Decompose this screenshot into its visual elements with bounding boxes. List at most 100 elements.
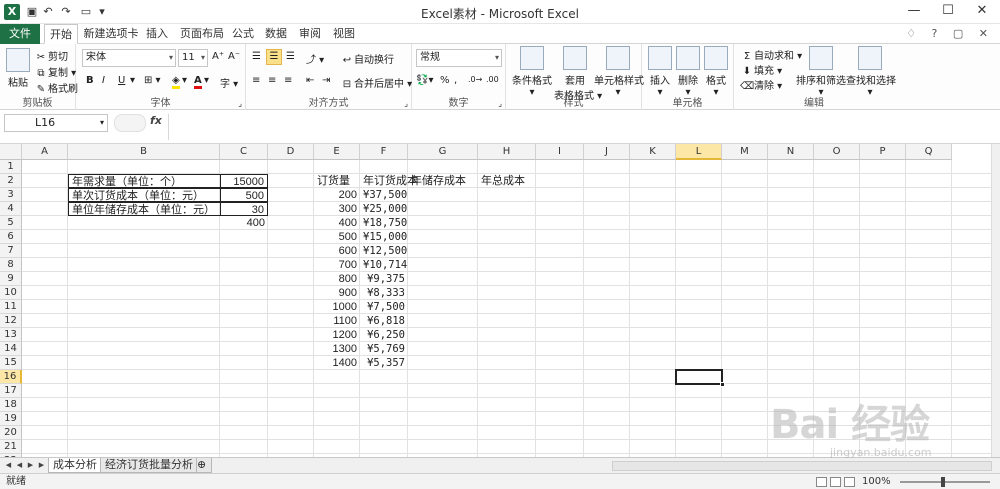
order-cost-cell[interactable]: ¥6,818: [360, 314, 408, 328]
bold-button[interactable]: B: [86, 75, 94, 86]
row-header-16[interactable]: 16: [0, 370, 22, 384]
vertical-scrollbar[interactable]: [991, 144, 1000, 457]
formula-input[interactable]: [168, 114, 988, 140]
currency-format-icon[interactable]: 💱▾: [416, 75, 433, 86]
order-cost-cell[interactable]: ¥18,750: [360, 216, 408, 230]
row-header-14[interactable]: 14: [0, 342, 22, 356]
column-header-g[interactable]: G: [408, 144, 478, 160]
align-right-icon[interactable]: ≡: [284, 75, 292, 86]
find-select-button[interactable]: 查找和选择 ▾: [846, 46, 896, 98]
active-cell-selection[interactable]: [675, 369, 725, 387]
worksheet-grid[interactable]: A B C D E F G H I J K L M N O P Q 1 2 3 4 5 6 7 8 9 10 11 12 13 14 15 16…: [0, 144, 1000, 457]
tab-new[interactable]: 新建选项卡: [82, 24, 140, 44]
tab-formulas[interactable]: 公式: [230, 24, 256, 44]
param-label[interactable]: 单位年储存成本（单位：元）: [68, 202, 220, 216]
alignment-dialog-launcher-icon[interactable]: ⌟: [404, 99, 408, 108]
header-order-qty[interactable]: 订货量: [314, 174, 360, 188]
order-qty-cell[interactable]: 1400: [314, 356, 360, 370]
select-all-corner[interactable]: [0, 144, 22, 160]
order-cost-cell[interactable]: ¥37,500: [360, 188, 408, 202]
column-header-j[interactable]: J: [584, 144, 630, 160]
delete-cells-button[interactable]: 删除 ▾: [674, 46, 702, 98]
tab-file[interactable]: 文件: [0, 24, 40, 44]
page-layout-view-icon[interactable]: [830, 477, 841, 487]
order-cost-cell[interactable]: ¥9,375: [360, 272, 408, 286]
font-color-icon[interactable]: A: [194, 75, 202, 89]
column-header-n[interactable]: N: [768, 144, 814, 160]
order-cost-cell[interactable]: ¥10,714: [360, 258, 408, 272]
last-sheet-icon[interactable]: ▶: [37, 460, 46, 471]
order-qty-cell[interactable]: 500: [314, 230, 360, 244]
row-header-2[interactable]: 2: [0, 174, 22, 188]
row-header-6[interactable]: 6: [0, 230, 22, 244]
row-header-19[interactable]: 19: [0, 412, 22, 426]
conditional-format-button[interactable]: 条件格式 ▾: [510, 46, 554, 98]
order-qty-cell[interactable]: 1300: [314, 342, 360, 356]
tab-view[interactable]: 视图: [330, 24, 358, 44]
sheet-tab-eoq-analysis[interactable]: 经济订货批量分析: [100, 458, 198, 473]
order-qty-cell[interactable]: 400: [314, 216, 360, 230]
number-format-select[interactable]: 常规 ▾: [416, 49, 502, 67]
order-cost-cell[interactable]: ¥6,250: [360, 328, 408, 342]
order-qty-cell[interactable]: 700: [314, 258, 360, 272]
order-cost-cell[interactable]: ¥8,333: [360, 286, 408, 300]
next-sheet-icon[interactable]: ▶: [26, 460, 35, 471]
row-header-21[interactable]: 21: [0, 440, 22, 454]
order-qty-cell[interactable]: 1100: [314, 314, 360, 328]
column-header-b[interactable]: B: [68, 144, 220, 160]
param-value[interactable]: 15000: [220, 174, 268, 188]
insert-cells-button[interactable]: 插入 ▾: [646, 46, 674, 98]
align-left-icon[interactable]: ≡: [252, 75, 260, 86]
row-header-5[interactable]: 5: [0, 216, 22, 230]
tab-home[interactable]: 开始: [44, 24, 78, 44]
column-header-p[interactable]: P: [860, 144, 906, 160]
column-header-c[interactable]: C: [220, 144, 268, 160]
row-header-11[interactable]: 11: [0, 300, 22, 314]
prev-sheet-icon[interactable]: ◀: [15, 460, 24, 471]
insert-function-icon[interactable]: fx: [150, 114, 162, 127]
font-size-select[interactable]: 11 ▾: [178, 49, 208, 67]
orientation-icon[interactable]: ⤴ ▾: [306, 51, 324, 66]
column-header-h[interactable]: H: [478, 144, 536, 160]
order-qty-cell[interactable]: 300: [314, 202, 360, 216]
param-value[interactable]: 500: [220, 188, 268, 202]
param-label[interactable]: 年需求量（单位：个）: [68, 174, 220, 188]
column-header-q[interactable]: Q: [906, 144, 952, 160]
order-qty-cell[interactable]: 1000: [314, 300, 360, 314]
fill-color-dropdown[interactable]: ▾: [182, 75, 187, 86]
ribbon-right-controls[interactable]: ♢ ? ▢ ✕: [906, 27, 994, 40]
grow-font-button[interactable]: A⁺: [212, 51, 224, 62]
column-header-e[interactable]: E: [314, 144, 360, 160]
phonetic-icon[interactable]: 字 ▾: [220, 75, 238, 90]
row-header-3[interactable]: 3: [0, 188, 22, 202]
order-qty-cell[interactable]: 900: [314, 286, 360, 300]
font-color-dropdown[interactable]: ▾: [204, 75, 209, 86]
column-header-m[interactable]: M: [722, 144, 768, 160]
increase-decimal-icon[interactable]: .0→: [468, 75, 482, 84]
column-header-d[interactable]: D: [268, 144, 314, 160]
row-header-17[interactable]: 17: [0, 384, 22, 398]
underline-button[interactable]: U: [118, 75, 125, 86]
row-header-12[interactable]: 12: [0, 314, 22, 328]
clear-button[interactable]: ⌫清除 ▾: [740, 77, 782, 94]
column-header-k[interactable]: K: [630, 144, 676, 160]
header-total-cost[interactable]: 年总成本: [478, 174, 584, 188]
shrink-font-button[interactable]: A⁻: [228, 51, 240, 62]
align-bottom-icon[interactable]: ☰: [286, 51, 295, 62]
order-cost-cell[interactable]: ¥12,500: [360, 244, 408, 258]
comma-style-icon[interactable]: ,: [454, 75, 457, 86]
fill-color-icon[interactable]: ◈: [172, 75, 180, 89]
order-qty-cell[interactable]: 1200: [314, 328, 360, 342]
page-break-view-icon[interactable]: [844, 477, 855, 487]
border-icon[interactable]: ⊞ ▾: [144, 75, 161, 86]
align-top-icon[interactable]: ☰: [252, 51, 261, 62]
paste-button[interactable]: 粘贴: [6, 48, 30, 89]
row-header-10[interactable]: 10: [0, 286, 22, 300]
cell-styles-button[interactable]: 单元格样式 ▾: [594, 46, 644, 98]
order-cost-cell[interactable]: ¥15,000: [360, 230, 408, 244]
copy-button[interactable]: ⧉ 复制 ▾: [34, 64, 76, 81]
order-cost-cell[interactable]: ¥5,357: [360, 356, 408, 370]
row-header-13[interactable]: 13: [0, 328, 22, 342]
percent-icon[interactable]: %: [440, 75, 450, 86]
horizontal-scrollbar[interactable]: [612, 461, 992, 471]
